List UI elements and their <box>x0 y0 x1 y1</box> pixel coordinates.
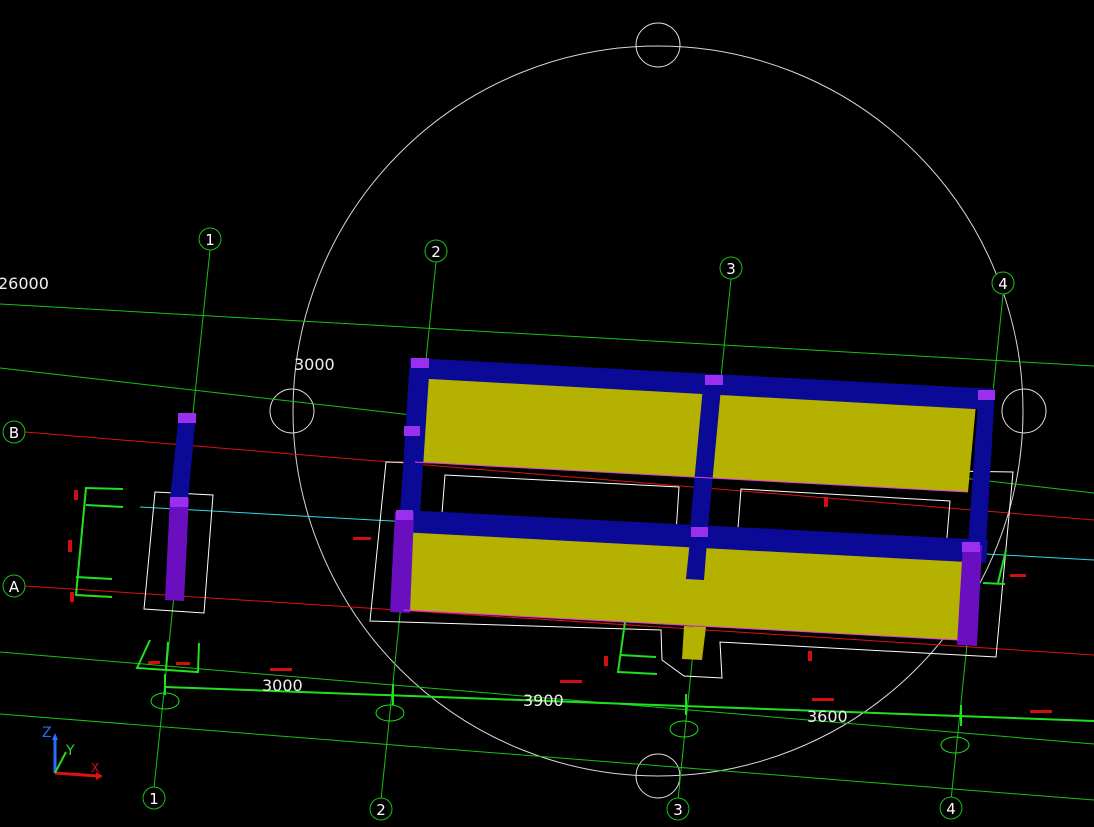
column-2[interactable] <box>390 512 414 613</box>
red-mark <box>560 680 582 683</box>
ucs-y-label: Y <box>65 743 75 759</box>
bracket <box>75 576 113 580</box>
ucs-y-axis <box>54 751 67 774</box>
red-mark <box>824 497 828 507</box>
axis-label: 3 <box>726 260 736 278</box>
red-mark <box>1030 710 1052 713</box>
red-mark <box>74 490 78 500</box>
red-mark <box>1010 574 1026 577</box>
column-cap <box>178 413 196 423</box>
dimension-bay-2: 3900 <box>523 691 564 710</box>
bracket <box>619 654 657 658</box>
axis-bubble-top-2[interactable]: 2 <box>424 239 448 263</box>
column-cap <box>705 375 723 385</box>
column-cap <box>404 426 420 436</box>
red-mark <box>808 651 812 661</box>
axis-label: B <box>9 424 19 442</box>
ucs-icon: Z Y X <box>42 725 103 780</box>
axis-label: 2 <box>376 801 386 819</box>
beam-column-1[interactable] <box>170 413 196 500</box>
column-cap <box>170 497 188 507</box>
axis-bubble-a[interactable]: A <box>2 574 26 598</box>
orbit-grip-right[interactable] <box>1001 388 1047 434</box>
bracket <box>982 582 1006 585</box>
axis-bubble-bottom-4[interactable]: 4 <box>939 796 963 820</box>
ucs-z-arrow <box>52 733 58 740</box>
bracket <box>85 504 124 508</box>
axis-bubble-top-4[interactable]: 4 <box>991 271 1015 295</box>
orbit-grip-top[interactable] <box>635 22 681 68</box>
orbit-grip-left[interactable] <box>269 388 315 434</box>
red-mark <box>70 592 74 602</box>
axis-bubbles-bottom[interactable]: 1 2 3 4 <box>142 786 963 821</box>
dim-marker <box>150 692 180 710</box>
ucs-z-label: Z <box>42 725 52 741</box>
red-mark <box>604 656 608 666</box>
axis-bubbles-row[interactable]: B A <box>2 420 26 598</box>
dimension-bay-1: 3000 <box>262 676 303 695</box>
axis-bubble-top-1[interactable]: 1 <box>198 227 222 251</box>
red-mark <box>68 540 72 552</box>
axis-label: 1 <box>205 231 215 249</box>
column-cap <box>978 390 995 400</box>
axis-bubble-bottom-2[interactable]: 2 <box>369 797 393 821</box>
column-cap <box>691 527 708 537</box>
red-mark <box>148 661 160 664</box>
axis-label: 4 <box>946 800 956 818</box>
dimension-total: 26000 <box>0 274 49 293</box>
dimension-line <box>164 674 1094 726</box>
axis-bubble-b[interactable]: B <box>2 420 26 444</box>
axis-bubble-bottom-3[interactable]: 3 <box>666 797 690 821</box>
ucs-x-label: X <box>91 761 99 775</box>
column-cap <box>411 358 429 368</box>
red-mark <box>353 537 371 540</box>
red-mark <box>270 668 292 671</box>
dim-marker <box>940 736 970 754</box>
grid-line <box>0 713 1094 801</box>
axis-label: A <box>9 578 20 596</box>
axis-label: 3 <box>673 801 683 819</box>
axis-label: 1 <box>149 790 159 808</box>
red-mark <box>812 698 834 701</box>
slab-step[interactable] <box>682 626 706 660</box>
cad-viewport[interactable]: 1 2 3 4 1 2 3 4 B A 26000 3000 3000 3900… <box>0 0 1094 823</box>
column-cap <box>396 510 413 520</box>
axis-bubble-top-3[interactable]: 3 <box>719 256 743 280</box>
red-mark <box>176 662 190 665</box>
dimension-bay-top: 3000 <box>294 355 335 374</box>
dim-marker <box>669 720 699 738</box>
dim-line-main <box>164 686 1094 722</box>
axis-bubble-bottom-1[interactable]: 1 <box>142 786 166 810</box>
grid-line <box>0 303 1094 367</box>
column-cap <box>962 542 980 552</box>
bracket <box>74 486 124 598</box>
axis-bubbles-top[interactable]: 1 2 3 4 <box>198 227 1015 295</box>
column-1[interactable] <box>165 497 189 601</box>
axis-label: 2 <box>431 243 441 261</box>
model-canvas[interactable]: 1 2 3 4 1 2 3 4 B A 26000 3000 3000 3900… <box>0 0 1094 823</box>
dimension-bay-3: 3600 <box>807 707 848 726</box>
axis-label: 4 <box>998 275 1008 293</box>
